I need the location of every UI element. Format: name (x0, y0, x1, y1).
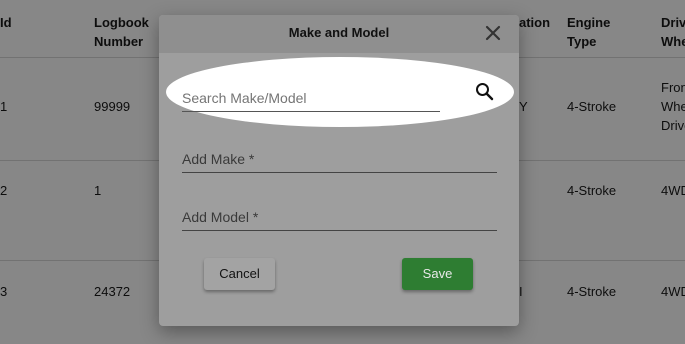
search-make-model-field[interactable] (182, 87, 440, 112)
add-model-field[interactable] (182, 206, 497, 231)
add-model-underline (182, 230, 497, 231)
dialog-title: Make and Model (288, 25, 390, 40)
search-underline (182, 111, 440, 112)
add-make-field[interactable] (182, 148, 497, 173)
search-button[interactable] (474, 81, 496, 103)
add-make-input[interactable] (182, 148, 497, 170)
add-model-input[interactable] (182, 206, 497, 228)
search-make-model-input[interactable] (182, 87, 440, 109)
search-icon (476, 83, 494, 101)
add-make-underline (182, 172, 497, 173)
cancel-button[interactable]: Cancel (204, 258, 275, 290)
close-icon (485, 25, 501, 41)
close-button[interactable] (481, 21, 505, 45)
save-button[interactable]: Save (402, 258, 473, 290)
dialog-header: Make and Model (159, 15, 519, 53)
